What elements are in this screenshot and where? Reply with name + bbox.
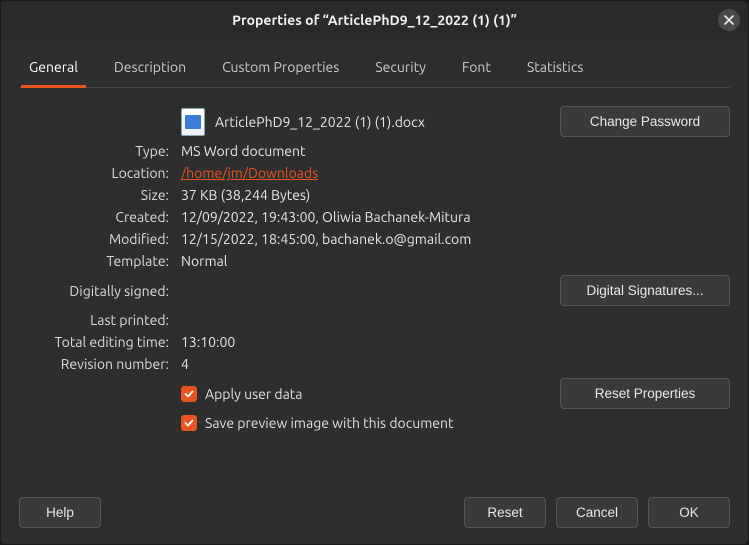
modified-value: 12/15/2022, 18:45:00, bachanek.o@gmail.c… [181, 231, 548, 247]
cancel-button[interactable]: Cancel [556, 497, 638, 528]
tab-statistics[interactable]: Statistics [523, 49, 587, 87]
save-preview-checkbox[interactable] [181, 415, 197, 431]
apply-user-data-checkbox[interactable] [181, 386, 197, 402]
last-printed-label: Last printed: [19, 312, 169, 328]
tab-font[interactable]: Font [458, 49, 495, 87]
tab-custom-properties[interactable]: Custom Properties [218, 49, 343, 87]
change-password-button[interactable]: Change Password [560, 106, 730, 137]
check-icon [184, 418, 194, 428]
close-button[interactable] [718, 9, 740, 31]
document-icon [181, 108, 205, 136]
modified-label: Modified: [19, 231, 169, 247]
total-editing-time-label: Total editing time: [19, 334, 169, 350]
reset-properties-button[interactable]: Reset Properties [560, 378, 730, 409]
reset-button[interactable]: Reset [464, 497, 546, 528]
created-label: Created: [19, 209, 169, 225]
created-value: 12/09/2022, 19:43:00, Oliwia Bachanek-Mi… [181, 209, 548, 225]
apply-user-data-label: Apply user data [205, 386, 302, 402]
tab-general[interactable]: General [25, 49, 82, 87]
help-button[interactable]: Help [19, 497, 101, 528]
tab-description[interactable]: Description [110, 49, 190, 87]
total-editing-time-value: 13:10:00 [181, 334, 548, 350]
tab-bar: General Description Custom Properties Se… [19, 49, 730, 88]
type-label: Type: [19, 143, 169, 159]
dialog-title: Properties of “ArticlePhD9_12_2022 (1) (… [232, 12, 517, 28]
revision-number-value: 4 [181, 356, 548, 372]
revision-number-label: Revision number: [19, 356, 169, 372]
tab-security[interactable]: Security [371, 49, 430, 87]
location-label: Location: [19, 165, 169, 181]
location-link[interactable]: /home/jm/Downloads [181, 165, 318, 181]
dialog-footer: Help Reset Cancel OK [1, 483, 748, 544]
template-label: Template: [19, 253, 169, 269]
titlebar: Properties of “ArticlePhD9_12_2022 (1) (… [1, 1, 748, 39]
check-icon [184, 389, 194, 399]
size-value: 37 KB (38,244 Bytes) [181, 187, 548, 203]
digitally-signed-label: Digitally signed: [19, 283, 169, 299]
save-preview-label: Save preview image with this document [205, 415, 454, 431]
properties-dialog: Properties of “ArticlePhD9_12_2022 (1) (… [0, 0, 749, 545]
type-value: MS Word document [181, 143, 548, 159]
size-label: Size: [19, 187, 169, 203]
file-name: ArticlePhD9_12_2022 (1) (1).docx [215, 114, 425, 130]
template-value: Normal [181, 253, 548, 269]
close-icon [724, 15, 734, 25]
digital-signatures-button[interactable]: Digital Signatures... [560, 275, 730, 306]
ok-button[interactable]: OK [648, 497, 730, 528]
